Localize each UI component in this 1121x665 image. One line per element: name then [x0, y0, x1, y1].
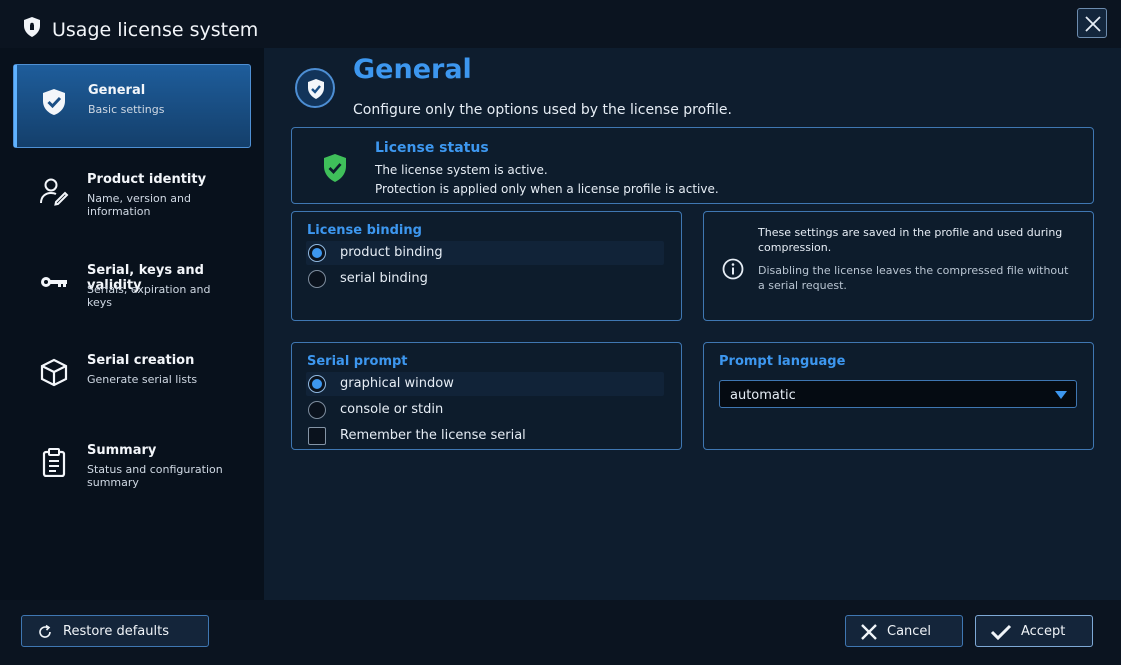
sidebar-item-summary[interactable]: Summary Status and configuration summary — [13, 425, 251, 509]
radio-console-stdin[interactable]: console or stdin — [306, 398, 664, 422]
info-icon — [722, 258, 744, 284]
info-panel: These settings are saved in the profile … — [703, 211, 1094, 321]
sidebar-item-subtitle: Basic settings — [88, 103, 165, 116]
radio-button[interactable] — [308, 270, 326, 288]
radio-label: serial binding — [340, 271, 428, 286]
window-title: Usage license system — [52, 19, 259, 41]
sidebar-item-product-identity[interactable]: Product identity Name, version and infor… — [13, 154, 251, 238]
sidebar-item-title: Summary — [87, 443, 157, 458]
sidebar: General Basic settings Product identity … — [0, 48, 264, 600]
license-status-panel: License status The license system is act… — [291, 127, 1094, 204]
select-value: automatic — [730, 388, 796, 403]
checkbox-label: Remember the license serial — [340, 428, 526, 443]
remember-serial-checkbox-row[interactable]: Remember the license serial — [306, 424, 664, 448]
user-edit-icon — [39, 176, 69, 206]
radio-label: console or stdin — [340, 402, 444, 417]
header-badge — [295, 68, 335, 108]
serial-prompt-title: Serial prompt — [307, 354, 408, 369]
radio-label: graphical window — [340, 376, 454, 391]
sidebar-item-subtitle: Name, version and information — [87, 192, 191, 218]
license-binding-title: License binding — [307, 223, 422, 238]
shield-check-icon — [40, 87, 70, 117]
sidebar-item-serial-creation[interactable]: Serial creation Generate serial lists — [13, 335, 251, 419]
close-button[interactable] — [1077, 8, 1107, 38]
remember-serial-checkbox[interactable] — [308, 427, 326, 445]
restore-defaults-button[interactable]: Restore defaults — [21, 615, 209, 647]
sidebar-item-title: General — [88, 83, 146, 98]
radio-serial-binding[interactable]: serial binding — [306, 267, 664, 291]
sidebar-item-title: Product identity — [87, 172, 207, 187]
radio-graphical-window[interactable]: graphical window — [306, 372, 664, 396]
shield-lock-icon — [22, 16, 42, 38]
key-icon — [39, 267, 69, 297]
license-status-note: Protection is applied only when a licens… — [375, 182, 719, 196]
accept-button[interactable]: Accept — [975, 615, 1093, 647]
clipboard-icon — [39, 447, 69, 478]
info-note: Disabling the license leaves the compres… — [758, 264, 1069, 292]
cancel-label: Cancel — [887, 624, 932, 639]
license-binding-panel: License binding product binding serial b… — [291, 211, 682, 321]
sidebar-item-title: Serial creation — [87, 353, 195, 368]
serial-prompt-panel: Serial prompt graphical window console o… — [291, 342, 682, 450]
shield-check-icon — [308, 79, 324, 99]
cancel-button[interactable]: Cancel — [845, 615, 963, 647]
radio-product-binding[interactable]: product binding — [306, 241, 664, 265]
close-icon — [860, 623, 878, 645]
sidebar-item-general[interactable]: General Basic settings — [13, 64, 251, 148]
prompt-language-panel: Prompt language automatic — [703, 342, 1094, 450]
refresh-icon — [37, 624, 53, 644]
page-title: General — [353, 54, 472, 85]
restore-defaults-label: Restore defaults — [63, 624, 169, 639]
shield-check-success-icon — [322, 153, 348, 187]
license-status-title: License status — [375, 140, 489, 156]
sidebar-item-subtitle: Generate serial lists — [87, 373, 198, 386]
radio-label: product binding — [340, 245, 443, 260]
checkmark-icon — [990, 623, 1012, 645]
license-status-line: The license system is active. — [375, 163, 548, 177]
close-icon — [1085, 16, 1101, 32]
sidebar-item-subtitle: Status and configuration summary — [87, 463, 223, 489]
box-icon — [39, 357, 69, 387]
chevron-down-icon[interactable] — [1055, 391, 1067, 399]
radio-button[interactable] — [308, 401, 326, 419]
title-bar: Usage license system — [0, 0, 1121, 48]
footer: Restore defaults Cancel Accept — [0, 600, 1121, 665]
radio-button[interactable] — [308, 244, 326, 262]
sidebar-item-subtitle: Serials, expiration and keys — [87, 283, 211, 309]
radio-button[interactable] — [308, 375, 326, 393]
sidebar-item-serial-keys[interactable]: Serial, keys and validity Serials, expir… — [13, 245, 251, 329]
prompt-language-title: Prompt language — [719, 354, 846, 369]
page-subtitle: Configure only the options used by the l… — [353, 102, 732, 118]
prompt-language-select[interactable]: automatic — [719, 380, 1077, 408]
info-text: These settings are saved in the profile … — [758, 226, 1063, 254]
accept-label: Accept — [1021, 624, 1066, 639]
